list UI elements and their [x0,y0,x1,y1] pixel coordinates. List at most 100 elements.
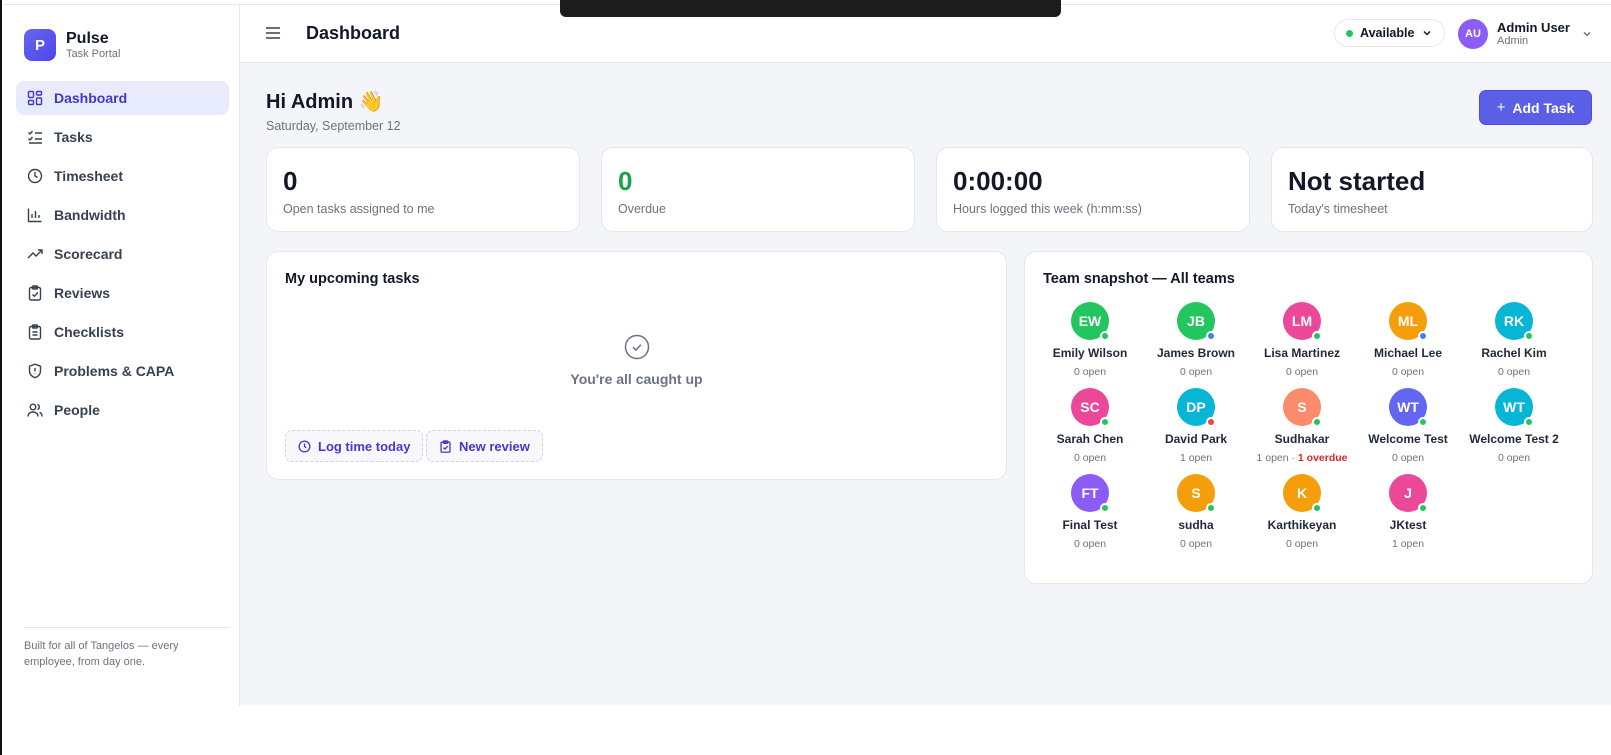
member-name: Michael Lee [1373,346,1443,360]
brand[interactable]: P Pulse Task Portal [24,29,120,61]
team-member-james-brown[interactable]: JB James Brown 0 open [1143,302,1249,378]
clipboard-check-icon [440,439,451,453]
member-open-count: 0 open [1074,538,1106,550]
stat-card-open-tasks: 0 Open tasks assigned to me [266,147,580,232]
team-member-michael-lee[interactable]: ML Michael Lee 0 open [1355,302,1461,378]
sidebar-item-label: Bandwidth [54,207,126,223]
team-snapshot-panel: Team snapshot — All teams EW Emily Wilson… [1024,251,1593,584]
member-open-count: 0 open [1074,452,1106,464]
panel-title: Team snapshot — All teams [1043,271,1235,287]
team-member-david-park[interactable]: DP David Park 1 open [1143,388,1249,464]
sidebar-item-tasks[interactable]: Tasks [16,120,229,154]
open-count-text: 0 open [1391,366,1425,378]
open-count-text: 1 open · [1256,452,1298,464]
sidebar-item-label: People [54,402,100,418]
team-member-welcome-test-2[interactable]: WT Welcome Test 2 0 open [1461,388,1567,464]
open-count-text: 0 open [1073,366,1107,378]
clock-icon [298,439,311,453]
member-open-count: 0 open [1180,538,1212,550]
avatar: S [1283,388,1322,427]
logo: P [24,29,56,61]
avatar: DP [1177,388,1216,427]
team-member-lisa-martinez[interactable]: LM Lisa Martinez 0 open [1249,302,1355,378]
brand-subtitle: Task Portal [66,47,121,60]
sidebar-item-label: Dashboard [54,90,128,106]
team-member-sudhakar[interactable]: S Sudhakar 1 open · 1 overdue [1249,388,1355,464]
user-role: Admin [1497,35,1529,47]
open-count-text: 0 open [1391,452,1425,464]
avatar: LM [1283,302,1322,341]
presence-dot [1312,417,1322,427]
avatar: WT [1495,388,1534,427]
stat-card-timesheet: Not started Today's timesheet [1271,147,1593,232]
team-member-sarah-chen[interactable]: SC Sarah Chen 0 open [1037,388,1143,464]
presence-dot [1206,417,1216,427]
clock-icon [27,168,43,184]
sidebar-item-label: Checklists [54,324,125,340]
member-open-count: 1 open · 1 overdue [1256,452,1347,464]
team-member-karthikeyan[interactable]: K Karthikeyan 0 open [1249,474,1355,550]
sidebar-item-timesheet[interactable]: Timesheet [16,159,229,193]
open-count-text: 0 open [1497,366,1531,378]
open-count-text: 0 open [1179,366,1213,378]
team-member-jktest[interactable]: J JKtest 1 open [1355,474,1461,550]
open-count-text: 0 open [1179,538,1213,550]
sidebar-item-label: Reviews [54,285,111,301]
log-time-today-button[interactable]: Log time today [285,430,424,462]
clipboard-check-icon [28,285,42,301]
stat-value: Not started [1288,166,1426,196]
clipboard-list-icon [28,324,42,340]
availability-dropdown[interactable]: Available [1334,19,1446,47]
sidebar: P Pulse Task Portal Dashboard Tasks Time… [4,5,240,706]
member-open-count: 0 open [1498,452,1530,464]
avatar: EW [1071,302,1110,341]
open-count-text: 0 open [1285,366,1319,378]
status-dot [1346,29,1353,37]
sidebar-item-checklists[interactable]: Checklists [16,315,229,349]
member-name: David Park [1164,432,1228,446]
team-grid: EW Emily Wilson 0 open JB James Brown 0 open L… [1037,302,1567,550]
avatar: WT [1389,388,1428,427]
sidebar-item-label: Tasks [54,129,93,145]
member-open-count: 0 open [1392,452,1424,464]
user-menu[interactable]: AU Admin User Admin [1458,19,1592,49]
sidebar-nav: Dashboard Tasks Timesheet Bandwidth Scor… [16,81,229,432]
add-task-button[interactable]: + Add Task [1479,90,1592,125]
team-member-welcome-test[interactable]: WT Welcome Test 0 open [1355,388,1461,464]
sidebar-item-dashboard[interactable]: Dashboard [16,81,229,115]
sidebar-item-label: Problems & CAPA [54,363,175,379]
presence-dot [1312,331,1322,341]
availability-label: Available [1360,26,1415,40]
sidebar-item-bandwidth[interactable]: Bandwidth [16,198,229,232]
presence-dot [1524,331,1534,341]
toast-bar [560,0,1061,17]
page-title: Dashboard [306,23,401,43]
member-open-count: 0 open [1180,366,1212,378]
empty-state-text: You're all caught up [570,371,703,387]
user-name: Admin User [1497,20,1570,35]
sidebar-item-people[interactable]: People [16,393,229,427]
sidebar-item-reviews[interactable]: Reviews [16,276,229,310]
member-open-count: 0 open [1286,538,1318,550]
greeting: Hi Admin 👋 [266,91,384,113]
open-count-text: 1 open [1391,538,1425,550]
team-member-sudha[interactable]: Ssudha 0 open [1143,474,1249,550]
presence-dot [1206,503,1216,513]
sidebar-item-problems-capa[interactable]: Problems & CAPA [16,354,229,388]
sidebar-item-label: Scorecard [54,246,123,262]
new-review-button[interactable]: New review [426,430,543,462]
open-count-text: 0 open [1073,538,1107,550]
add-task-label: Add Task [1512,99,1575,116]
brand-name: Pulse [66,29,109,47]
member-name: Sarah Chen [1056,432,1124,446]
tasks-icon [28,130,42,144]
presence-dot [1418,331,1428,341]
avatar: ML [1389,302,1428,341]
team-member-emily-wilson[interactable]: EW Emily Wilson 0 open [1037,302,1143,378]
team-member-rachel-kim[interactable]: RK Rachel Kim 0 open [1461,302,1567,378]
plus-icon: + [1496,99,1506,116]
menu-icon[interactable] [264,24,282,42]
sidebar-item-scorecard[interactable]: Scorecard [16,237,229,271]
current-date: Saturday, September 12 [266,119,401,133]
team-member-final-test[interactable]: FT Final Test 0 open [1037,474,1143,550]
